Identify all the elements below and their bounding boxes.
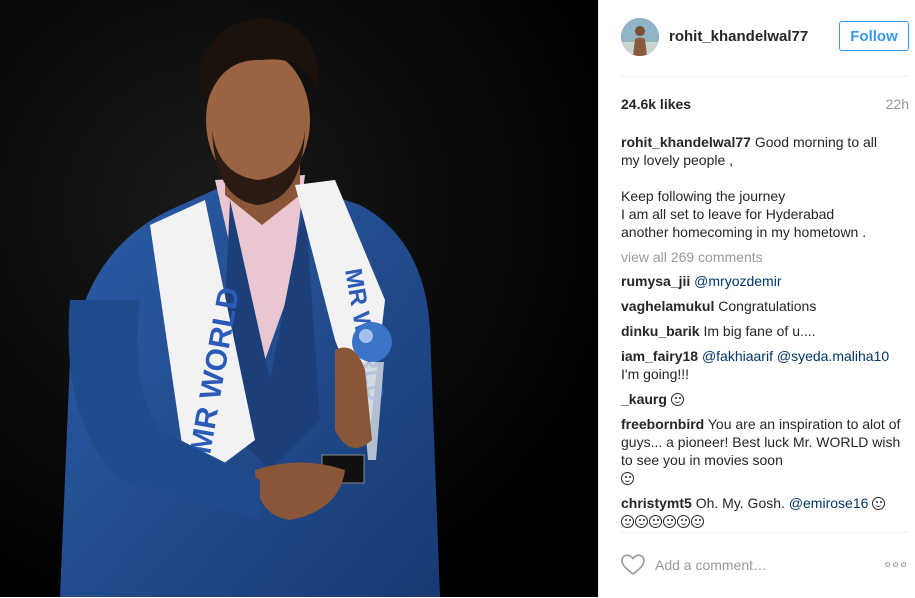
comment-mention[interactable]: @emirose16 — [789, 495, 869, 511]
caption-line: my lovely people , — [621, 152, 734, 168]
smiley-emoji-icon — [872, 497, 886, 510]
smiley-emoji-icon — [663, 515, 676, 528]
comment-text: Congratulations — [718, 298, 817, 314]
smiley-emoji-icon — [670, 393, 684, 406]
caption-username[interactable]: rohit_khandelwal77 — [621, 134, 751, 150]
caption: rohit_khandelwal77 Good morning to all m… — [621, 133, 907, 241]
smiley-emoji-icon — [621, 515, 634, 528]
list-item: christymt5 Oh. My. Gosh. @emirose16 — [621, 494, 907, 530]
list-item: rumysa_jii @mryozdemir — [621, 272, 907, 290]
smiley-emoji-icon — [677, 515, 690, 528]
add-comment-input[interactable] — [655, 554, 875, 576]
caption-line: another homecoming in my hometown . — [621, 224, 867, 240]
likes-row: 24.6k likes 22h — [621, 96, 909, 116]
comment-username[interactable]: christymt5 — [621, 495, 692, 511]
smiley-emoji-icon — [621, 472, 634, 485]
comment-username[interactable]: dinku_barik — [621, 323, 700, 339]
likes-count[interactable]: 24.6k likes — [621, 96, 691, 112]
comment-username[interactable]: freebornbird — [621, 416, 704, 432]
view-all-comments-link[interactable]: view all 269 comments — [621, 248, 907, 266]
comment-mention[interactable]: @mryozdemir — [694, 273, 781, 289]
comment-text: Oh. My. Gosh. — [695, 495, 785, 511]
comment-username[interactable]: iam_fairy18 — [621, 348, 698, 364]
smiley-emoji-icon — [635, 515, 648, 528]
list-item: _kaurg — [621, 390, 907, 408]
comment-username[interactable]: _kaurg — [621, 391, 667, 407]
post-photo[interactable]: MR WORLD MR WORLD — [0, 0, 598, 597]
comments-list: rohit_khandelwal77 Good morning to all m… — [621, 133, 907, 537]
list-item: dinku_barik Im big fane of u.... — [621, 322, 907, 340]
post-footer — [621, 532, 909, 598]
post-sidebar: rohit_khandelwal77 Follow 24.6k likes 22… — [598, 0, 915, 597]
list-item: freebornbird You are an inspiration to a… — [621, 415, 907, 487]
photo-illustration: MR WORLD MR WORLD — [0, 0, 598, 597]
avatar-image — [621, 18, 659, 56]
post-time[interactable]: 22h — [886, 96, 909, 112]
heart-icon[interactable] — [621, 554, 645, 576]
header-username[interactable]: rohit_khandelwal77 — [669, 28, 808, 45]
comment-mention[interactable]: @fakhiaarif @syeda.maliha10 — [702, 348, 889, 364]
caption-line: I am all set to leave for Hyderabad — [621, 206, 835, 222]
smiley-emoji-icon — [649, 515, 662, 528]
smiley-emoji-icon — [691, 515, 704, 528]
comment-text: Im big fane of u.... — [703, 323, 816, 339]
post-header: rohit_khandelwal77 Follow — [621, 0, 909, 77]
avatar[interactable] — [621, 18, 659, 56]
comment-username[interactable]: vaghelamukul — [621, 298, 714, 314]
caption-line: Good morning to all — [754, 134, 878, 150]
caption-line: Keep following the journey — [621, 188, 786, 204]
list-item: vaghelamukul Congratulations — [621, 297, 907, 315]
follow-button[interactable]: Follow — [839, 21, 909, 51]
list-item: iam_fairy18 @fakhiaarif @syeda.maliha10 … — [621, 347, 907, 383]
comment-username[interactable]: rumysa_jii — [621, 273, 690, 289]
comment-text: I'm going!!! — [621, 366, 690, 382]
more-options-icon[interactable] — [885, 562, 907, 568]
